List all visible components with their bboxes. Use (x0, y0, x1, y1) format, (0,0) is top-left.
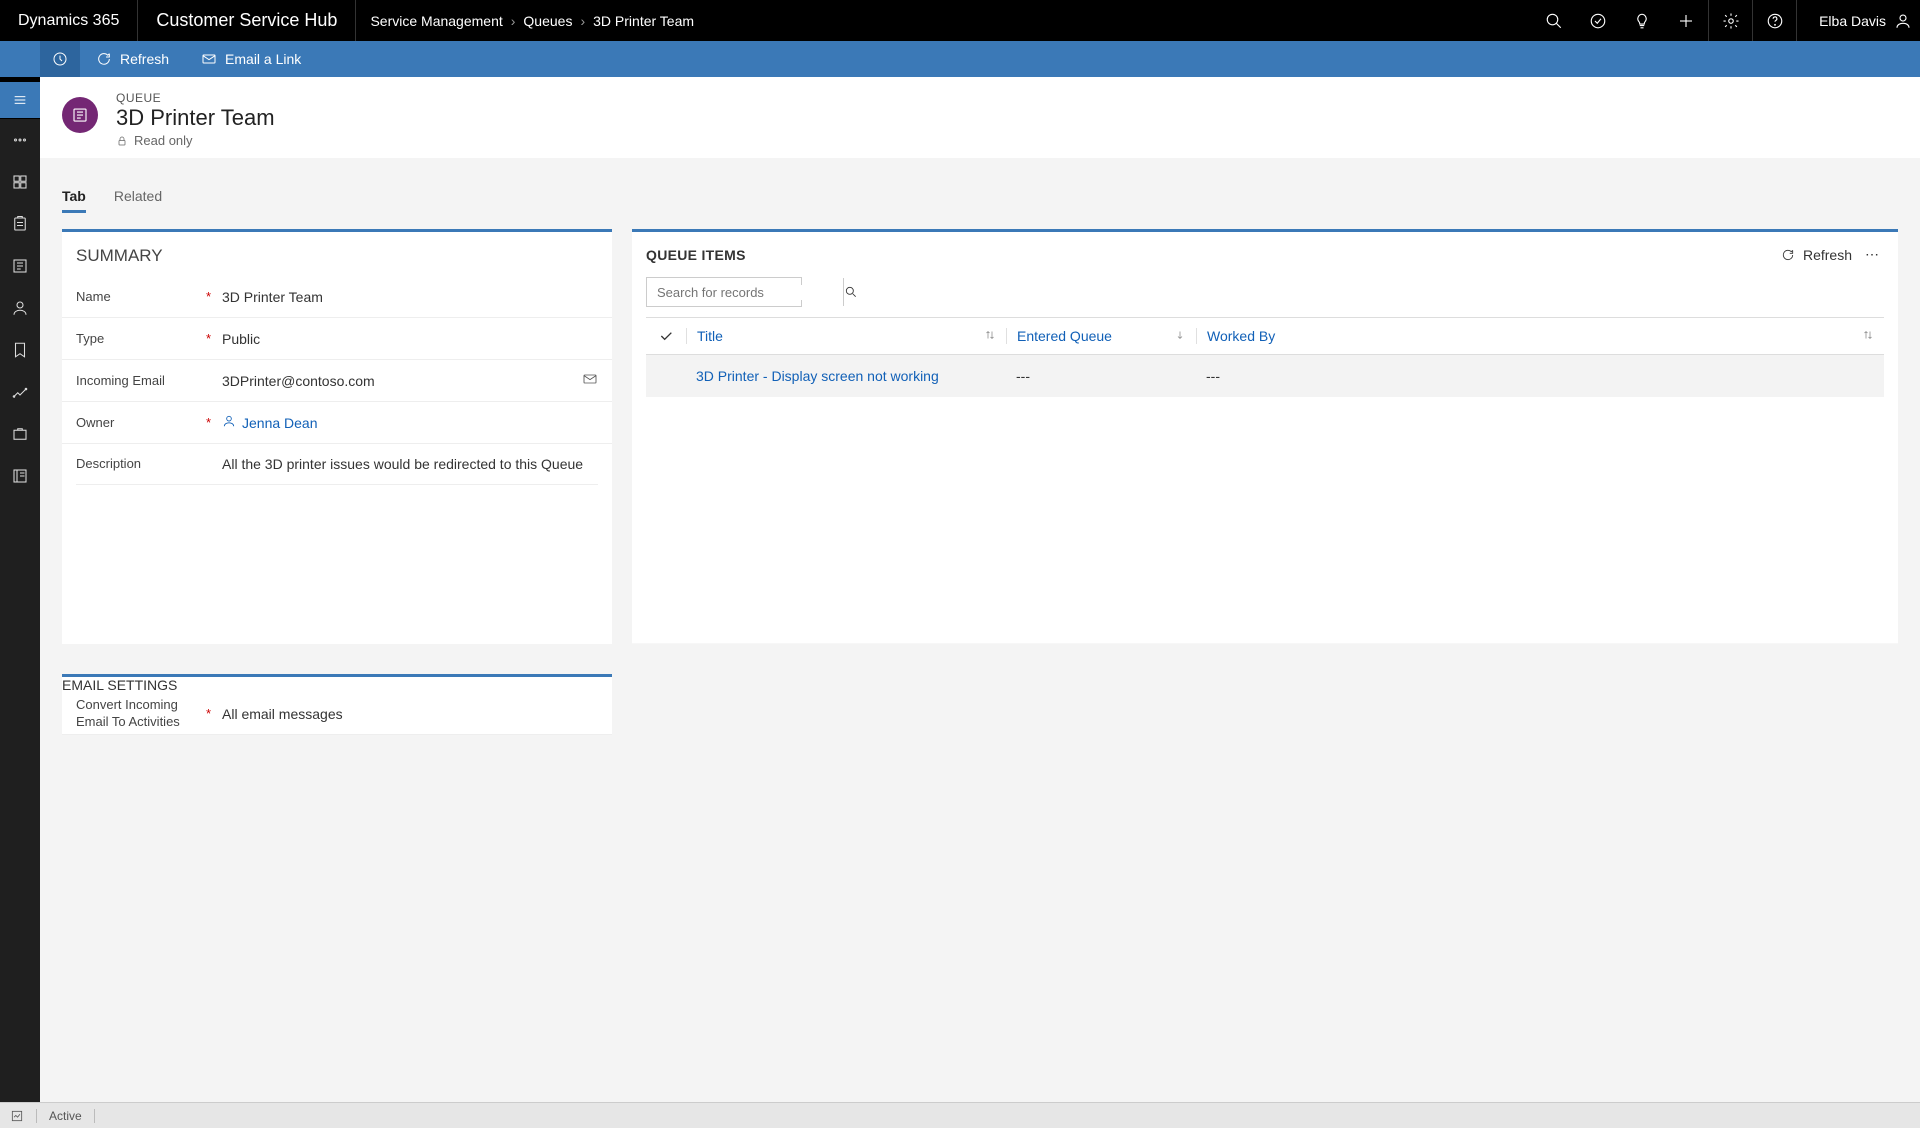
user-menu[interactable]: Elba Davis (1796, 0, 1920, 41)
column-select-all[interactable] (646, 328, 686, 344)
sidebar-item-more[interactable] (0, 119, 40, 161)
field-value-type[interactable]: Public (220, 331, 598, 347)
sidebar-item-accounts[interactable] (0, 245, 40, 287)
field-value-convert[interactable]: All email messages (220, 706, 598, 722)
refresh-icon (1781, 248, 1795, 262)
refresh-label: Refresh (120, 51, 169, 67)
status-bar: Active (0, 1102, 1920, 1128)
owner-link[interactable]: Jenna Dean (242, 415, 318, 431)
tab-related[interactable]: Related (114, 188, 162, 213)
breadcrumb-item[interactable]: 3D Printer Team (593, 13, 694, 29)
page-title: 3D Printer Team (116, 105, 275, 131)
email-link-button[interactable]: Email a Link (185, 41, 317, 77)
chevron-right-icon: › (511, 13, 516, 29)
gear-icon[interactable] (1708, 0, 1752, 41)
subgrid-search[interactable] (646, 277, 802, 307)
mail-icon (201, 51, 217, 67)
field-label-owner: Owner (76, 415, 206, 430)
recent-icon[interactable] (40, 41, 80, 77)
required-marker: * (206, 289, 220, 304)
entity-type: QUEUE (116, 91, 275, 105)
entity-icon (62, 97, 98, 133)
field-label-description: Description (76, 456, 206, 471)
sidebar-item-settings[interactable] (0, 371, 40, 413)
hamburger-icon[interactable] (0, 82, 40, 118)
more-icon[interactable]: ⋯ (1860, 246, 1884, 263)
field-label-convert: Convert Incoming Email To Activities (76, 697, 206, 731)
sidebar-item-activities[interactable] (0, 203, 40, 245)
person-icon (222, 414, 236, 431)
task-icon[interactable] (1576, 0, 1620, 41)
field-value-name[interactable]: 3D Printer Team (220, 289, 598, 305)
help-icon[interactable] (1752, 0, 1796, 41)
hub-label[interactable]: Customer Service Hub (138, 0, 356, 41)
chevron-right-icon: › (580, 13, 585, 29)
lock-icon (116, 135, 128, 147)
search-input[interactable] (647, 285, 843, 300)
field-label-name: Name (76, 289, 206, 304)
cell-worked-by: --- (1196, 368, 1884, 384)
column-header-entered-queue[interactable]: Entered Queue (1006, 328, 1196, 344)
lightbulb-icon[interactable] (1620, 0, 1664, 41)
required-marker: * (206, 415, 220, 430)
sort-icon[interactable] (984, 328, 996, 344)
record-header: QUEUE 3D Printer Team Read only (40, 77, 1920, 158)
sidebar-item-dashboard[interactable] (0, 161, 40, 203)
readonly-badge: Read only (116, 133, 275, 148)
search-icon[interactable] (1532, 0, 1576, 41)
email-link-label: Email a Link (225, 51, 301, 67)
email-settings-panel: EMAIL SETTINGS Convert Incoming Email To… (62, 674, 612, 735)
subgrid-refresh-button[interactable]: Refresh (1773, 247, 1860, 263)
field-label-incoming-email: Incoming Email (76, 373, 206, 388)
user-icon (1894, 12, 1912, 30)
tab-bar: Tab Related (40, 158, 1920, 213)
top-bar: Dynamics 365 Customer Service Hub Servic… (0, 0, 1920, 41)
refresh-button[interactable]: Refresh (80, 41, 185, 77)
search-icon[interactable] (843, 278, 858, 306)
field-value-incoming-email[interactable]: 3DPrinter@contoso.com (220, 371, 598, 390)
brand-label[interactable]: Dynamics 365 (0, 0, 138, 41)
summary-title: SUMMARY (62, 232, 612, 276)
command-bar: Refresh Email a Link (0, 41, 1920, 77)
status-value: Active (49, 1109, 82, 1123)
email-settings-title: EMAIL SETTINGS (62, 677, 612, 693)
queue-items-grid: Title Entered Queue Worked By (632, 317, 1898, 457)
cell-entered: --- (1006, 368, 1196, 384)
field-value-description[interactable]: All the 3D printer issues would be redir… (220, 456, 598, 472)
tab-tab[interactable]: Tab (62, 188, 86, 213)
topbar-icons (1532, 0, 1796, 41)
required-marker: * (206, 331, 220, 346)
breadcrumb: Service Management › Queues › 3D Printer… (356, 0, 708, 41)
refresh-icon (96, 51, 112, 67)
plus-icon[interactable] (1664, 0, 1708, 41)
sidebar-item-case[interactable] (0, 413, 40, 455)
sidebar (0, 77, 40, 1102)
main-content: QUEUE 3D Printer Team Read only Tab Rela… (40, 77, 1920, 1102)
field-label-type: Type (76, 331, 206, 346)
column-header-worked-by[interactable]: Worked By (1196, 328, 1884, 344)
sidebar-item-contacts[interactable] (0, 287, 40, 329)
sidebar-item-knowledge[interactable] (0, 455, 40, 497)
sort-icon[interactable] (1862, 328, 1874, 344)
table-row[interactable]: 3D Printer - Display screen not working … (646, 355, 1884, 397)
mail-icon[interactable] (582, 371, 598, 390)
breadcrumb-item[interactable]: Queues (523, 13, 572, 29)
cell-title[interactable]: 3D Printer - Display screen not working (686, 368, 1006, 384)
queue-items-title: QUEUE ITEMS (646, 247, 746, 263)
column-header-title[interactable]: Title (686, 328, 1006, 344)
queue-items-panel: QUEUE ITEMS Refresh ⋯ T (632, 229, 1898, 644)
required-marker: * (206, 706, 220, 721)
summary-panel: SUMMARY Name * 3D Printer Team Type * Pu… (62, 229, 612, 644)
user-name: Elba Davis (1819, 13, 1886, 29)
sort-down-icon[interactable] (1174, 328, 1186, 344)
field-value-owner[interactable]: Jenna Dean (220, 414, 598, 431)
status-icon (10, 1109, 24, 1123)
breadcrumb-item[interactable]: Service Management (370, 13, 502, 29)
sidebar-item-bookmark[interactable] (0, 329, 40, 371)
